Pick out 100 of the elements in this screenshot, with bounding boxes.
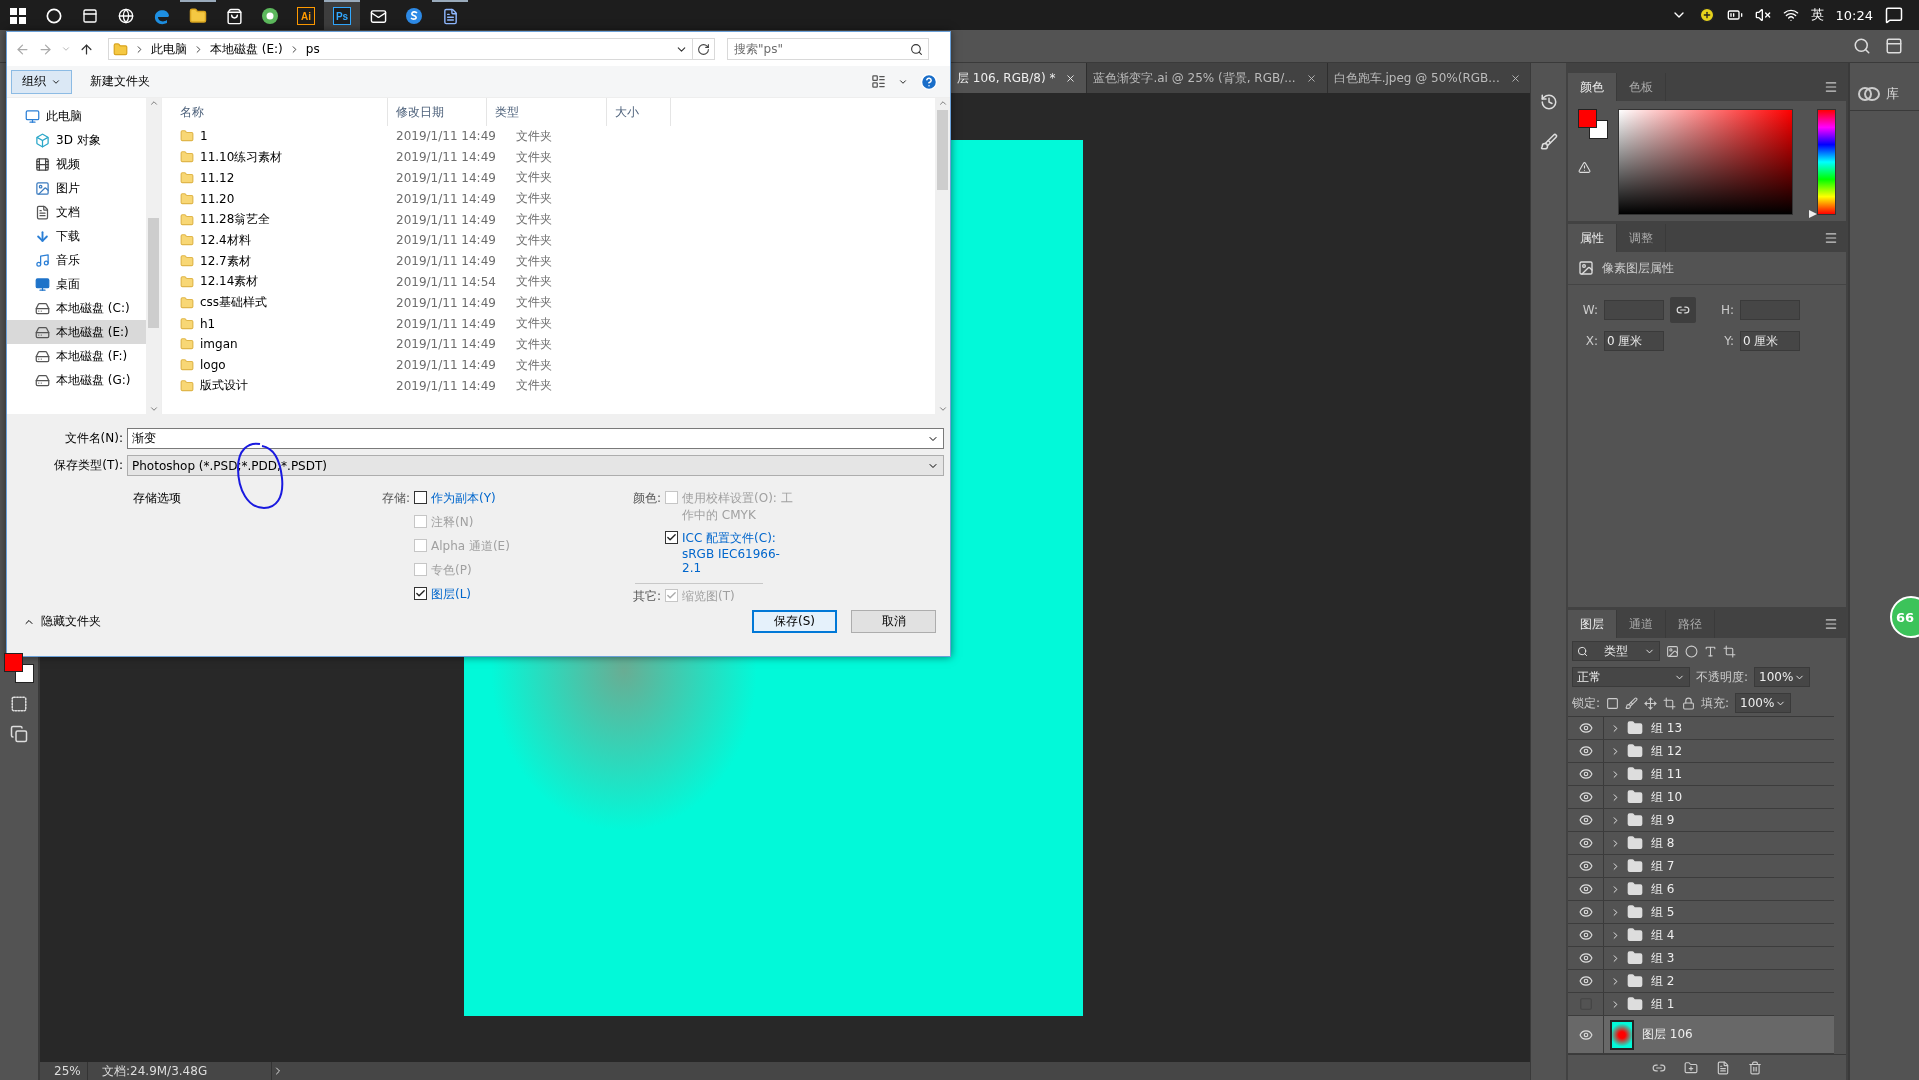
nav-item[interactable]: 桌面: [7, 272, 146, 296]
checkbox[interactable]: [665, 531, 678, 544]
blend-mode-dropdown[interactable]: 正常: [1572, 667, 1690, 687]
plus-circle-icon[interactable]: [1698, 7, 1715, 23]
lock-icon[interactable]: [1682, 696, 1696, 710]
filter-dropdown[interactable]: 类型: [1572, 641, 1660, 661]
y-field[interactable]: 0 厘米: [1740, 331, 1800, 351]
organize-button[interactable]: 组织: [11, 69, 72, 94]
layer-row[interactable]: 组 9: [1568, 809, 1834, 832]
checkbox[interactable]: [414, 587, 427, 600]
image-icon[interactable]: [1666, 644, 1679, 658]
layer-row[interactable]: 组 7: [1568, 855, 1834, 878]
file-name[interactable]: 11.12: [180, 171, 396, 185]
nav-item[interactable]: 本地磁盘 (E:): [7, 320, 146, 344]
layer-row[interactable]: 组 11: [1568, 763, 1834, 786]
search-field[interactable]: 搜索"ps": [727, 38, 929, 60]
nav-item[interactable]: 本地磁盘 (C:): [7, 296, 146, 320]
menu-icon[interactable]: [1824, 80, 1838, 94]
scrollbar[interactable]: [146, 98, 161, 414]
file-name[interactable]: imgan: [180, 337, 396, 352]
checkbox[interactable]: [414, 491, 427, 504]
fill-field[interactable]: 100%: [1735, 693, 1792, 713]
taskbar-app-button[interactable]: Ai: [288, 0, 324, 30]
color-swatches[interactable]: [4, 653, 34, 683]
panel-tab[interactable]: 调整: [1617, 224, 1666, 252]
column-header[interactable]: 类型: [487, 98, 607, 126]
nav-item[interactable]: 视频: [7, 152, 146, 176]
document-tab[interactable]: 蓝色渐变字.ai @ 25% (背景, RGB/...: [1087, 63, 1328, 93]
document-tab[interactable]: 白色跑车.jpeg @ 50%(RGB...: [1327, 63, 1532, 93]
file-name[interactable]: 版式设计: [180, 377, 396, 395]
file-name[interactable]: 12.14素材: [180, 273, 396, 291]
history-icon[interactable]: [1539, 93, 1558, 111]
panel-tab[interactable]: 路径: [1666, 610, 1715, 638]
opacity-field[interactable]: 100%: [1754, 667, 1811, 687]
scrollbar-thumb[interactable]: [148, 218, 159, 328]
file-name-field[interactable]: 渐变: [127, 428, 944, 449]
nav-item[interactable]: 下载: [7, 224, 146, 248]
nav-item[interactable]: 文档: [7, 200, 146, 224]
libraries-button[interactable]: 库: [1850, 77, 1919, 111]
file-name[interactable]: logo: [180, 358, 396, 373]
quick-mask-icon[interactable]: [10, 695, 28, 713]
nav-item[interactable]: 3D 对象: [7, 128, 146, 152]
cancel-button[interactable]: 取消: [851, 610, 936, 633]
layer-row[interactable]: 组 6: [1568, 878, 1834, 901]
notification-icon[interactable]: [1885, 6, 1903, 24]
move-icon[interactable]: [1644, 696, 1658, 710]
scrollbar-thumb[interactable]: [937, 110, 948, 190]
save-button[interactable]: 保存(S): [752, 610, 837, 633]
column-header[interactable]: 大小: [607, 98, 671, 126]
column-header[interactable]: 名称: [172, 98, 388, 126]
file-name[interactable]: 11.20: [180, 191, 396, 206]
hide-folders-button[interactable]: 隐藏文件夹: [17, 612, 107, 631]
column-header[interactable]: 修改日期: [388, 98, 487, 126]
new-group-icon[interactable]: [1684, 1060, 1698, 1075]
panel-tab[interactable]: 色板: [1617, 73, 1666, 101]
close-icon[interactable]: [1509, 72, 1521, 84]
breadcrumb-item[interactable]: 本地磁盘 (E:): [210, 40, 283, 58]
breadcrumb-item[interactable]: 此电脑: [151, 40, 187, 58]
panel-tab[interactable]: 颜色: [1568, 73, 1617, 101]
address-bar[interactable]: 此电脑 本地磁盘 (E:) ps: [108, 38, 693, 60]
nav-item[interactable]: 本地磁盘 (G:): [7, 368, 146, 392]
workspace-icon[interactable]: [1885, 37, 1903, 55]
crop-icon[interactable]: [1723, 644, 1736, 658]
nav-item[interactable]: 本地磁盘 (F:): [7, 344, 146, 368]
width-field[interactable]: [1604, 300, 1664, 320]
new-folder-button[interactable]: 新建文件夹: [84, 72, 156, 91]
close-icon[interactable]: [1305, 72, 1317, 84]
file-name[interactable]: 11.28翁艺全: [180, 211, 396, 229]
nav-item[interactable]: 图片: [7, 176, 146, 200]
layer-row[interactable]: 组 5: [1568, 901, 1834, 924]
brush-icon[interactable]: [1539, 133, 1558, 151]
layer-row[interactable]: 组 10: [1568, 786, 1834, 809]
panel-tab[interactable]: 属性: [1568, 224, 1617, 252]
layer-row[interactable]: 组 8: [1568, 832, 1834, 855]
clock[interactable]: 10:24: [1835, 7, 1873, 23]
panel-tab[interactable]: 图层: [1568, 610, 1617, 638]
hue-slider-thumb[interactable]: [1809, 210, 1817, 218]
breadcrumb-item[interactable]: ps: [305, 42, 320, 56]
up-icon[interactable]: [79, 41, 94, 57]
close-icon[interactable]: [1065, 72, 1077, 84]
height-field[interactable]: [1740, 300, 1800, 320]
file-name[interactable]: h1: [180, 316, 396, 331]
file-name[interactable]: 1: [180, 129, 396, 144]
file-name[interactable]: css基础样式: [180, 294, 396, 312]
help-icon[interactable]: [920, 72, 938, 91]
layer-row[interactable]: 组 4: [1568, 924, 1834, 947]
mute-icon[interactable]: [1754, 7, 1771, 23]
trash-icon[interactable]: [1748, 1060, 1762, 1075]
search-icon[interactable]: [1853, 37, 1871, 55]
circle-icon[interactable]: [1685, 644, 1698, 658]
view-icon[interactable]: [871, 74, 886, 89]
link-button[interactable]: [1670, 297, 1696, 323]
type-icon[interactable]: [1704, 644, 1717, 658]
refresh-button[interactable]: [693, 38, 715, 60]
scrollbar[interactable]: [935, 98, 950, 414]
panel-tab[interactable]: 通道: [1617, 610, 1666, 638]
brush-icon[interactable]: [1625, 696, 1639, 710]
layer-row[interactable]: 组 12: [1568, 740, 1834, 763]
color-swatches[interactable]: [1578, 109, 1608, 139]
crop-icon[interactable]: [1663, 696, 1677, 710]
